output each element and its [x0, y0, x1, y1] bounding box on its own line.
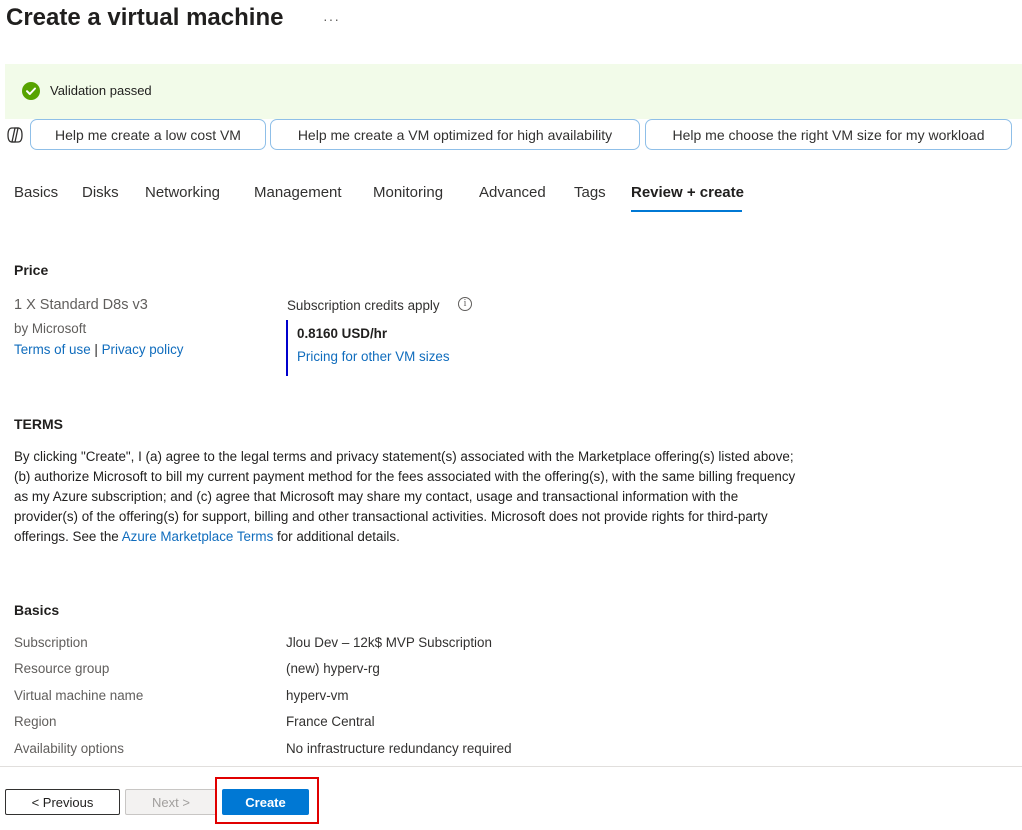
more-options-icon[interactable]: ··· [323, 11, 340, 27]
publisher: by Microsoft [14, 321, 87, 336]
vm-sku: 1 X Standard D8s v3 [14, 297, 148, 313]
value-availability: No infrastructure redundancy required [286, 741, 512, 756]
pricing-other-sizes-link[interactable]: Pricing for other VM sizes [297, 349, 450, 364]
suggestion-high-availability[interactable]: Help me create a VM optimized for high a… [270, 119, 640, 150]
label-resource-group: Resource group [14, 661, 110, 676]
tab-management[interactable]: Management [254, 184, 342, 201]
validation-text: Validation passed [50, 83, 152, 98]
copilot-icon [6, 126, 24, 144]
label-region: Region [14, 714, 57, 729]
checkmark-icon [22, 82, 40, 100]
label-subscription: Subscription [14, 635, 88, 650]
price-links: Terms of use | Privacy policy [14, 342, 183, 357]
create-highlight-box [215, 777, 319, 824]
tab-networking[interactable]: Networking [145, 184, 220, 201]
active-tab-underline [631, 210, 742, 212]
terms-heading: TERMS [14, 416, 63, 432]
label-availability: Availability options [14, 741, 124, 756]
privacy-policy-link[interactable]: Privacy policy [102, 342, 184, 357]
credits-label: Subscription credits apply [287, 298, 440, 313]
tab-advanced[interactable]: Advanced [479, 184, 546, 201]
value-region: France Central [286, 714, 375, 729]
tab-tags[interactable]: Tags [574, 184, 606, 201]
suggestion-vm-size[interactable]: Help me choose the right VM size for my … [645, 119, 1012, 150]
tab-bar: Basics Disks Networking Management Monit… [0, 178, 800, 214]
validation-banner: Validation passed [5, 64, 1022, 119]
marketplace-terms-link[interactable]: Azure Marketplace Terms [122, 529, 274, 544]
label-vm-name: Virtual machine name [14, 688, 144, 703]
hourly-rate: 0.8160 USD/hr [297, 326, 388, 341]
terms-text: By clicking "Create", I (a) agree to the… [14, 447, 804, 547]
suggestion-low-cost-vm[interactable]: Help me create a low cost VM [30, 119, 266, 150]
tab-monitoring[interactable]: Monitoring [373, 184, 443, 201]
value-subscription: Jlou Dev – 12k$ MVP Subscription [286, 635, 492, 650]
tab-review-create[interactable]: Review + create [631, 184, 744, 201]
info-icon[interactable]: i [458, 297, 472, 311]
tab-disks[interactable]: Disks [82, 184, 119, 201]
price-heading: Price [14, 262, 49, 278]
terms-of-use-link[interactable]: Terms of use [14, 342, 91, 357]
basics-heading: Basics [14, 602, 60, 618]
footer-divider [0, 766, 1022, 767]
terms-tail: for additional details. [273, 529, 400, 544]
value-resource-group: (new) hyperv-rg [286, 661, 380, 676]
tab-basics[interactable]: Basics [14, 184, 58, 201]
value-vm-name: hyperv-vm [286, 688, 349, 703]
previous-button[interactable]: < Previous [5, 789, 120, 815]
next-button[interactable]: Next > [125, 789, 217, 815]
price-box: 0.8160 USD/hr Pricing for other VM sizes [286, 320, 506, 376]
page-title: Create a virtual machine [6, 4, 284, 31]
link-separator: | [94, 342, 98, 357]
